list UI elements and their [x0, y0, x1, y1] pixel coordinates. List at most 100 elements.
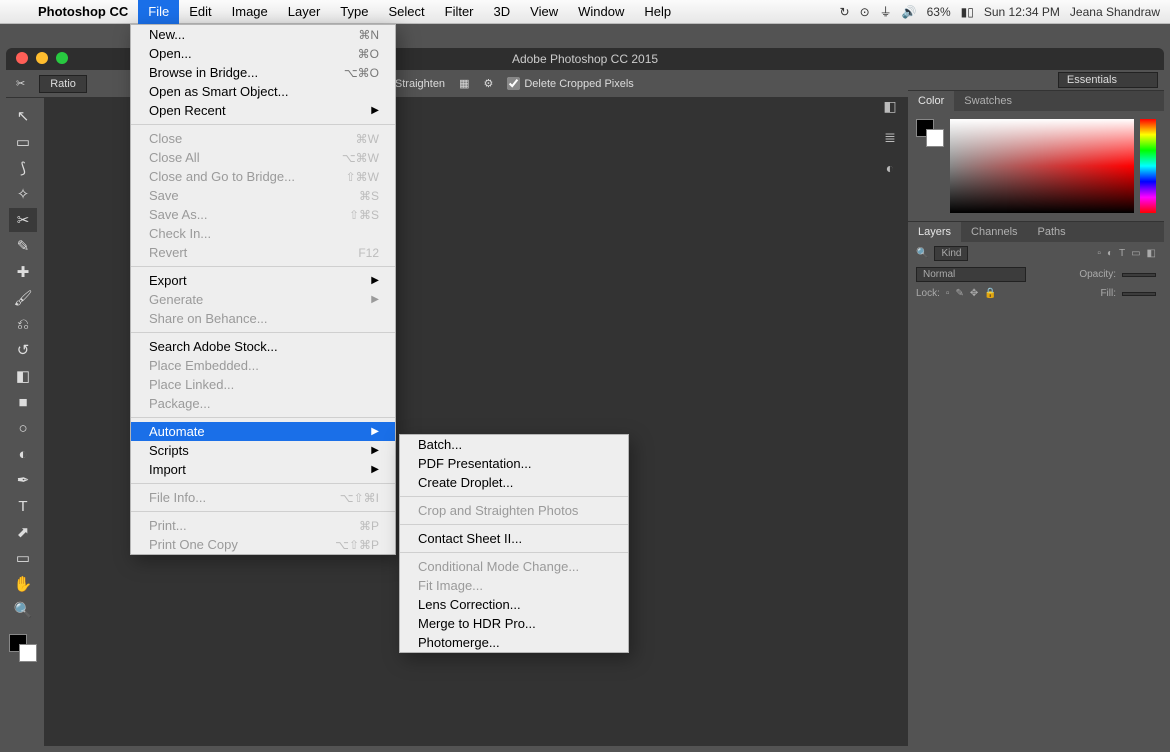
- lock-all-icon[interactable]: 🔒: [984, 288, 996, 299]
- adjustments-panel-icon[interactable]: ◐: [886, 160, 894, 176]
- tool-spot-heal[interactable]: ✚: [9, 260, 37, 284]
- settings-icon[interactable]: ⚙: [483, 77, 493, 90]
- filter-kind-select[interactable]: Kind: [934, 246, 968, 261]
- tool-zoom[interactable]: 🔍: [9, 598, 37, 622]
- grid-icon[interactable]: ▦: [459, 77, 469, 90]
- filter-shape-icon[interactable]: ▭: [1131, 248, 1140, 259]
- file-menu-item-scripts[interactable]: Scripts▶: [131, 441, 395, 460]
- tool-gradient[interactable]: ■: [9, 390, 37, 414]
- sync-icon[interactable]: ↻: [840, 5, 850, 19]
- file-menu-item-print: Print...⌘P: [131, 516, 395, 535]
- filter-pixel-icon[interactable]: ▫: [1097, 248, 1101, 259]
- tool-eyedropper[interactable]: ✎: [9, 234, 37, 258]
- file-menu-item-package: Package...: [131, 394, 395, 413]
- tab-paths[interactable]: Paths: [1028, 222, 1076, 242]
- file-menu-item-export[interactable]: Export▶: [131, 271, 395, 290]
- opacity-field[interactable]: [1122, 273, 1156, 277]
- tool-path[interactable]: ⬈: [9, 520, 37, 544]
- automate-item-lens-correction[interactable]: Lens Correction...: [400, 595, 628, 614]
- close-window-button[interactable]: [16, 52, 28, 64]
- filter-type-icon[interactable]: T: [1119, 248, 1125, 259]
- automate-item-batch[interactable]: Batch...: [400, 435, 628, 454]
- menu-3d[interactable]: 3D: [484, 0, 521, 24]
- file-menu-item-check-in: Check In...: [131, 224, 395, 243]
- minimize-window-button[interactable]: [36, 52, 48, 64]
- crop-tool-icon[interactable]: ✂: [16, 77, 25, 90]
- tool-history-brush[interactable]: ↺: [9, 338, 37, 362]
- tool-clone[interactable]: ⎌: [9, 312, 37, 336]
- menu-filter[interactable]: Filter: [435, 0, 484, 24]
- ratio-dropdown[interactable]: Ratio: [39, 75, 87, 93]
- user-name[interactable]: Jeana Shandraw: [1070, 5, 1160, 19]
- history-panel-icon[interactable]: ◧: [883, 98, 896, 115]
- tab-swatches[interactable]: Swatches: [954, 91, 1022, 111]
- hue-strip[interactable]: [1140, 119, 1156, 213]
- tool-marquee[interactable]: ▭: [9, 130, 37, 154]
- panel-fgbg[interactable]: [916, 119, 944, 213]
- file-menu-item-search-adobe-stock[interactable]: Search Adobe Stock...: [131, 337, 395, 356]
- filter-smart-icon[interactable]: ◧: [1147, 248, 1156, 259]
- tool-type[interactable]: T: [9, 494, 37, 518]
- menu-help[interactable]: Help: [634, 0, 681, 24]
- tool-pen[interactable]: ✒: [9, 468, 37, 492]
- wifi-icon[interactable]: ⏚: [880, 3, 892, 20]
- tool-dodge[interactable]: ◐: [9, 442, 37, 466]
- file-menu-item-browse-in-bridge[interactable]: Browse in Bridge...⌥⌘O: [131, 63, 395, 82]
- menu-window[interactable]: Window: [568, 0, 634, 24]
- lock-move-icon[interactable]: ✥: [970, 288, 978, 299]
- tool-crop[interactable]: ✂: [9, 208, 37, 232]
- automate-item-merge-to-hdr-pro[interactable]: Merge to HDR Pro...: [400, 614, 628, 633]
- traffic-lights: [16, 52, 68, 64]
- toolbox: ↖▭⟆✧✂✎✚🖌⎌↺◧■○◐✒T⬈▭✋🔍: [6, 98, 40, 746]
- workspace-selector[interactable]: Essentials: [1058, 72, 1158, 88]
- fgbg-swatch[interactable]: [9, 634, 37, 662]
- app-name[interactable]: Photoshop CC: [28, 4, 138, 19]
- fill-field[interactable]: [1122, 292, 1156, 296]
- menu-layer[interactable]: Layer: [278, 0, 331, 24]
- automate-item-contact-sheet-ii[interactable]: Contact Sheet II...: [400, 529, 628, 548]
- file-menu-item-import[interactable]: Import▶: [131, 460, 395, 479]
- battery-percent[interactable]: 63%: [927, 5, 951, 19]
- menu-image[interactable]: Image: [222, 0, 278, 24]
- blend-mode-select[interactable]: Normal: [916, 267, 1026, 282]
- lock-pixels-icon[interactable]: ▫: [946, 288, 950, 299]
- automate-item-photomerge[interactable]: Photomerge...: [400, 633, 628, 652]
- battery-icon[interactable]: ▮▯: [961, 5, 974, 19]
- menu-edit[interactable]: Edit: [179, 0, 221, 24]
- tool-shape[interactable]: ▭: [9, 546, 37, 570]
- clock[interactable]: Sun 12:34 PM: [984, 5, 1060, 19]
- file-menu-item-open[interactable]: Open...⌘O: [131, 44, 395, 63]
- maximize-window-button[interactable]: [56, 52, 68, 64]
- tool-move[interactable]: ↖: [9, 104, 37, 128]
- menu-type[interactable]: Type: [330, 0, 378, 24]
- file-menu-item-open-recent[interactable]: Open Recent▶: [131, 101, 395, 120]
- filter-kind-icon[interactable]: 🔍: [916, 248, 928, 259]
- background-color[interactable]: [19, 644, 37, 662]
- properties-panel-icon[interactable]: ≣: [884, 129, 896, 146]
- color-field[interactable]: [950, 119, 1134, 213]
- automate-item-fit-image: Fit Image...: [400, 576, 628, 595]
- tool-eraser[interactable]: ◧: [9, 364, 37, 388]
- automate-item-pdf-presentation[interactable]: PDF Presentation...: [400, 454, 628, 473]
- menu-file[interactable]: File: [138, 0, 179, 24]
- file-menu-item-automate[interactable]: Automate▶: [131, 422, 395, 441]
- tool-hand[interactable]: ✋: [9, 572, 37, 596]
- tool-magic-wand[interactable]: ✧: [9, 182, 37, 206]
- tool-brush[interactable]: 🖌: [9, 286, 37, 310]
- file-menu-item-open-as-smart-object[interactable]: Open as Smart Object...: [131, 82, 395, 101]
- delete-cropped-checkbox[interactable]: Delete Cropped Pixels: [507, 77, 633, 90]
- tool-lasso[interactable]: ⟆: [9, 156, 37, 180]
- tab-channels[interactable]: Channels: [961, 222, 1027, 242]
- menu-view[interactable]: View: [520, 0, 568, 24]
- tab-color[interactable]: Color: [908, 91, 954, 111]
- time-machine-icon[interactable]: ⊙: [860, 5, 870, 19]
- filter-adjust-icon[interactable]: ◐: [1107, 248, 1113, 259]
- lock-position-icon[interactable]: ✎: [955, 288, 963, 299]
- volume-icon[interactable]: 🔊: [902, 5, 917, 19]
- automate-item-create-droplet[interactable]: Create Droplet...: [400, 473, 628, 492]
- straighten-button[interactable]: Straighten: [395, 78, 445, 90]
- tab-layers[interactable]: Layers: [908, 222, 961, 242]
- file-menu-item-new[interactable]: New...⌘N: [131, 25, 395, 44]
- menu-select[interactable]: Select: [378, 0, 434, 24]
- tool-blur[interactable]: ○: [9, 416, 37, 440]
